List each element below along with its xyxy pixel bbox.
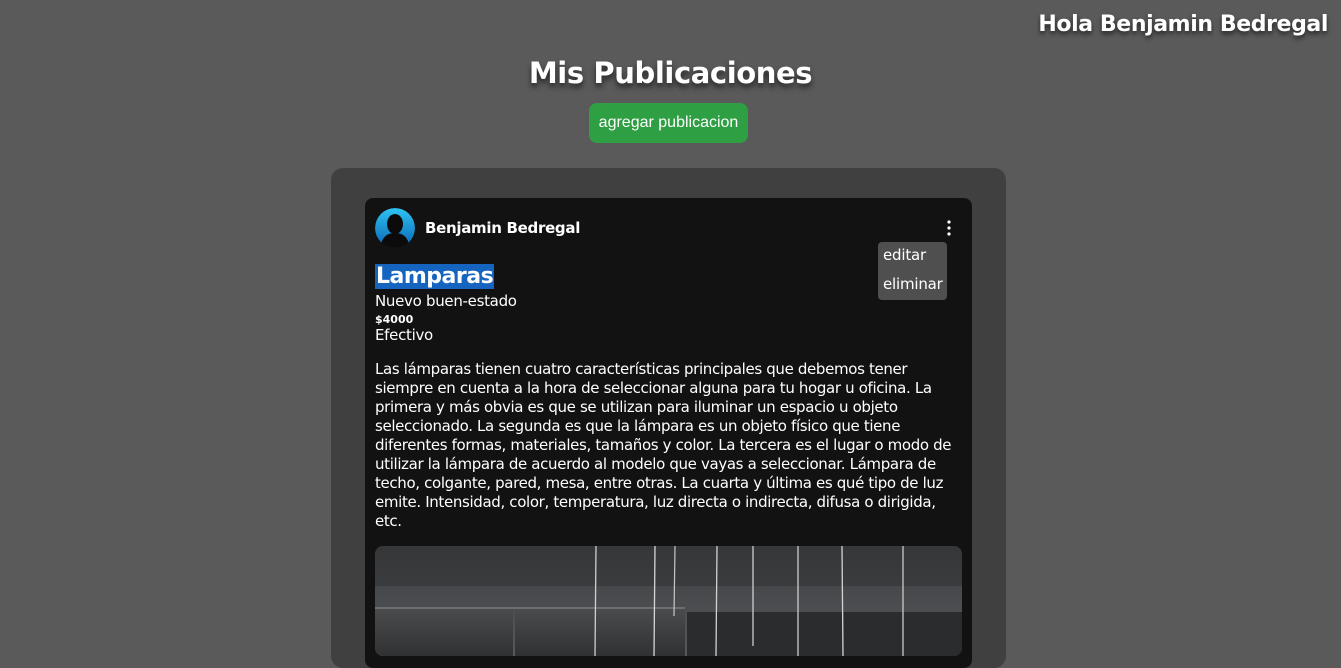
post-options-menu: editar eliminar (878, 242, 947, 300)
delete-menu-item[interactable]: eliminar (883, 275, 943, 293)
post-title-text: Lamparas (375, 264, 495, 289)
page-title: Mis Publicaciones (528, 56, 813, 90)
user-greeting: Hola Benjamin Bedregal (1038, 12, 1328, 37)
post-description: Las lámparas tienen cuatro característic… (375, 360, 952, 530)
post-image (375, 546, 962, 656)
add-publication-button[interactable]: agregar publicacion (589, 103, 748, 143)
post-payment-method: Efectivo (375, 326, 433, 344)
post-author-name: Benjamin Bedregal (425, 219, 581, 237)
edit-menu-item[interactable]: editar (883, 246, 926, 264)
post-condition: Nuevo buen-estado (375, 292, 517, 310)
kebab-menu-icon[interactable] (942, 218, 956, 238)
post-price: $4000 (375, 313, 414, 326)
post-title: Lamparas (375, 264, 495, 289)
user-avatar-icon[interactable] (375, 208, 415, 248)
